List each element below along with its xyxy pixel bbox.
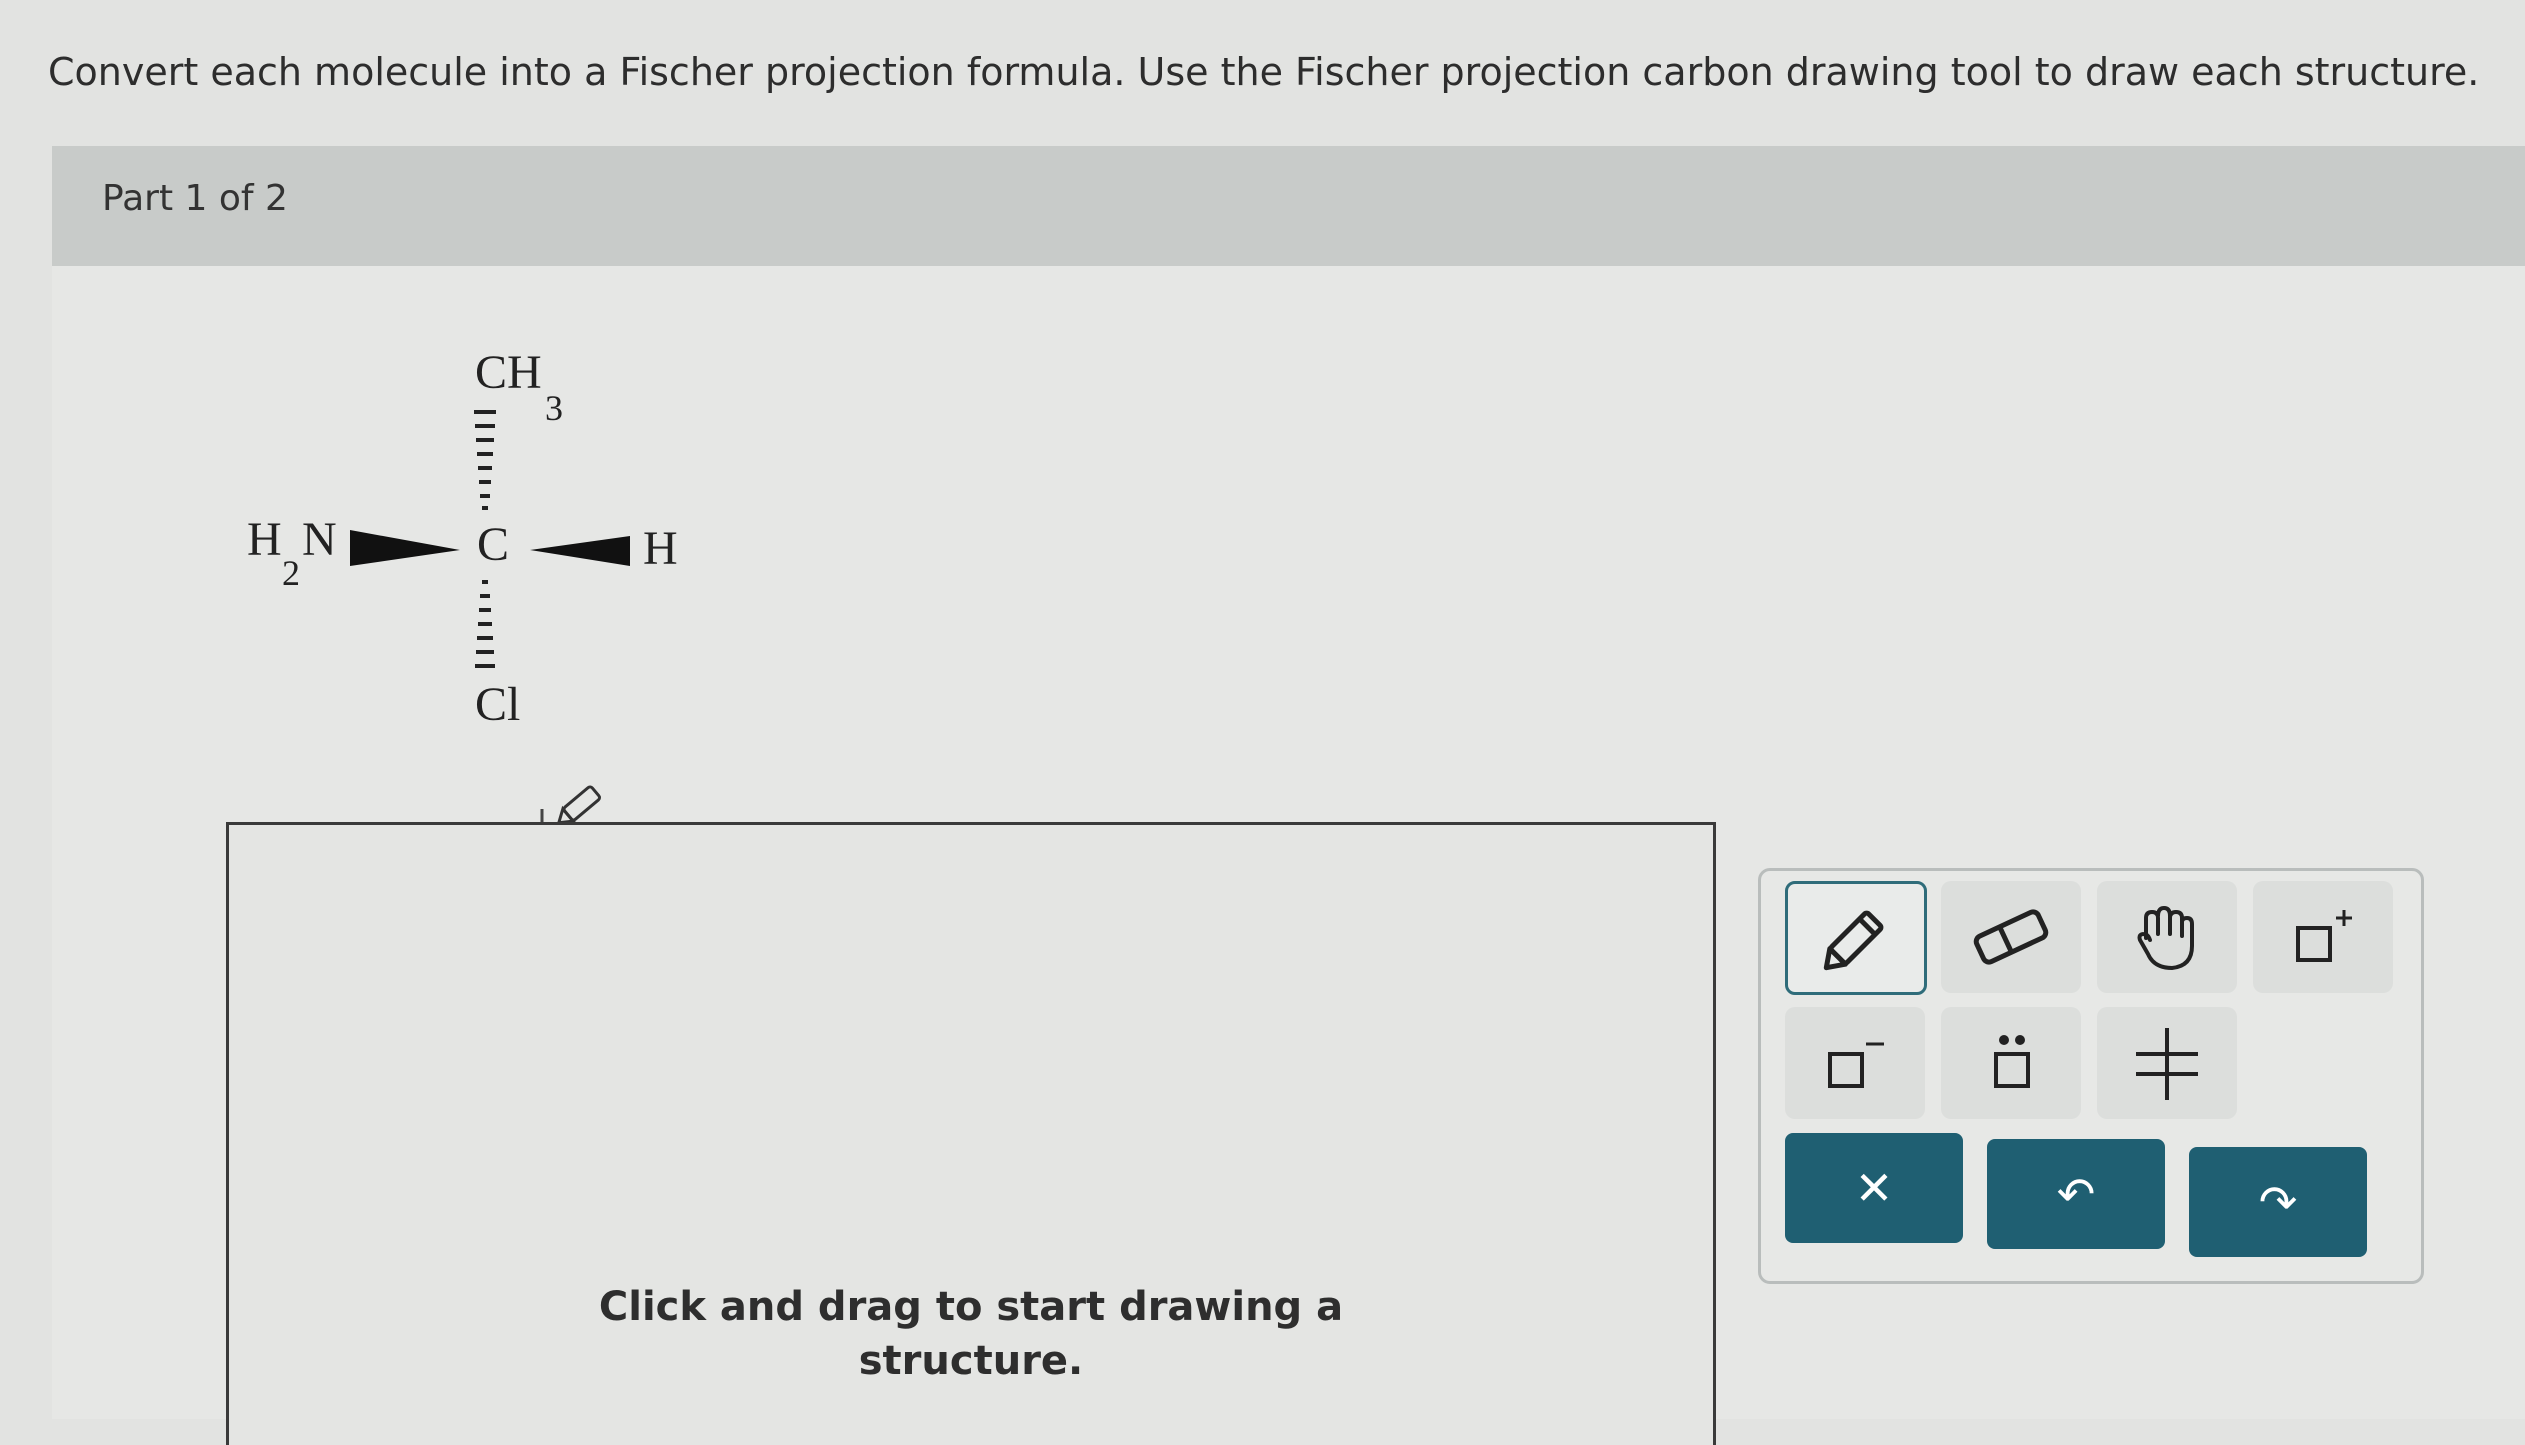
lone-pair-tool-button[interactable] xyxy=(1941,1007,2081,1119)
redo-icon: ↷ xyxy=(2258,1175,2298,1229)
canvas-hint: Click and drag to start drawing a struct… xyxy=(229,1280,1713,1388)
hand-tool-button[interactable] xyxy=(2097,881,2237,993)
lone-pair-icon xyxy=(1994,1035,2030,1088)
fischer-carbon-tool-button[interactable] xyxy=(2097,1007,2237,1119)
wedge-bond-left xyxy=(350,530,460,566)
pencil-icon xyxy=(1823,910,1884,971)
hashed-bond-bottom xyxy=(475,580,495,668)
clear-button[interactable]: ✕ xyxy=(1785,1133,1963,1243)
left-group-n: N xyxy=(302,513,337,566)
center-carbon-label: C xyxy=(477,518,509,571)
eraser-icon xyxy=(1973,909,2049,965)
eraser-tool-button[interactable] xyxy=(1941,881,2081,993)
negative-charge-icon xyxy=(1828,1042,1884,1088)
undo-button[interactable]: ↶ xyxy=(1987,1139,2165,1249)
left-group-subscript: 2 xyxy=(282,553,300,593)
molecule-svg: CH 3 C H 2 N H Cl xyxy=(247,346,678,731)
right-group-label: H xyxy=(643,522,678,575)
undo-icon: ↶ xyxy=(2056,1167,2096,1221)
drawing-canvas[interactable]: Click and drag to start drawing a struct… xyxy=(226,822,1716,1445)
left-group-h: H xyxy=(247,513,282,566)
drawing-toolbox: ✕ ↶ ↷ xyxy=(1758,868,2424,1284)
hand-icon xyxy=(2137,906,2194,970)
part-label: Part 1 of 2 xyxy=(102,178,288,219)
canvas-hint-line-1: Click and drag to start drawing a xyxy=(598,1284,1344,1330)
pencil-tool-button[interactable] xyxy=(1785,881,1927,995)
molecule-structure: CH 3 C H 2 N H Cl xyxy=(220,340,700,760)
positive-charge-tool-button[interactable] xyxy=(2253,881,2393,993)
top-group-label: CH xyxy=(475,346,542,399)
bottom-group-label: Cl xyxy=(475,678,520,731)
positive-charge-icon xyxy=(2296,910,2352,962)
close-icon: ✕ xyxy=(1854,1161,1894,1215)
part-header: Part 1 of 2 xyxy=(52,146,2525,266)
wedge-bond-right xyxy=(530,536,630,566)
fischer-carbon-icon xyxy=(2136,1028,2198,1100)
redo-button[interactable]: ↷ xyxy=(2189,1147,2367,1257)
instructions-text: Convert each molecule into a Fischer pro… xyxy=(48,50,2480,94)
hashed-bond-top xyxy=(474,410,496,510)
canvas-hint-line-2: structure. xyxy=(858,1338,1084,1384)
negative-charge-tool-button[interactable] xyxy=(1785,1007,1925,1119)
top-group-subscript: 3 xyxy=(545,388,563,428)
